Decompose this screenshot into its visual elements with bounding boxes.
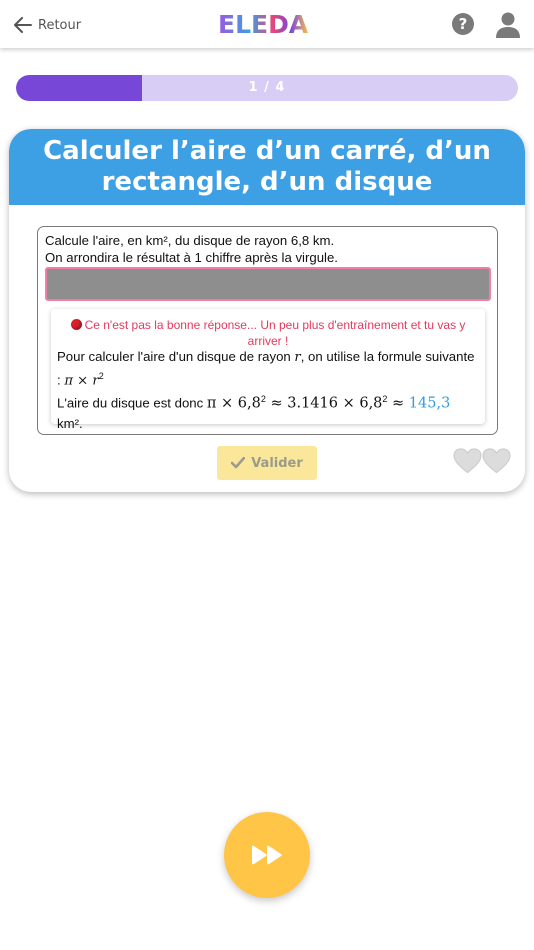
formula: π × r — [64, 373, 99, 389]
check-icon — [231, 457, 246, 469]
eleda-logo: ELEDA — [218, 10, 309, 38]
calc-left: π × 6,8 — [206, 395, 261, 412]
back-button[interactable]: Retour — [14, 14, 81, 36]
calc-mid: ≈ 3.1416 × 6,8 — [265, 395, 383, 412]
top-bar: Retour ELEDA ? — [0, 0, 534, 48]
validate-label: Valider — [251, 455, 303, 471]
progress-bar: 1 / 4 — [16, 75, 518, 101]
error-text: Ce n'est pas la bonne réponse... Un peu … — [84, 318, 466, 348]
result-unit: km². — [57, 415, 83, 431]
question-box: Calcule l'aire, en km², du disque de ray… — [37, 226, 498, 435]
feedback-panel: Ce n'est pas la bonne réponse... Un peu … — [51, 309, 485, 431]
user-icon[interactable] — [495, 11, 521, 39]
heart-icon — [482, 448, 511, 474]
question-icon: ? — [458, 15, 468, 33]
formula-exponent: 2 — [98, 371, 104, 381]
validate-button[interactable]: Valider — [217, 446, 317, 480]
fast-forward-icon — [252, 845, 282, 865]
progress-label: 1 / 4 — [248, 80, 286, 95]
explanation: Pour calculer l'aire d'un disque de rayo… — [57, 347, 477, 433]
heart-icon — [453, 448, 482, 474]
explanation-part-1: Pour calculer l'aire d'un disque de rayo… — [57, 349, 295, 364]
arrow-left-icon — [14, 17, 32, 33]
card-header: Calculer l’aire d’un carré, d’un rectang… — [9, 129, 525, 205]
back-label: Retour — [38, 17, 82, 33]
lives — [453, 447, 511, 477]
question-line-2: On arrondira le résultat à 1 chiffre apr… — [45, 250, 338, 265]
help-button[interactable]: ? — [452, 13, 474, 35]
approx-sign: ≈ — [387, 395, 409, 412]
skip-button[interactable] — [224, 812, 310, 898]
answer-input[interactable] — [45, 267, 491, 301]
exercise-card: Calculer l’aire d’un carré, d’un rectang… — [9, 129, 525, 492]
exercise-title: Calculer l’aire d’un carré, d’un rectang… — [43, 136, 491, 197]
result-value: 145,3 — [408, 395, 451, 412]
error-message: Ce n'est pas la bonne réponse... Un peu … — [59, 317, 477, 349]
question-line-1: Calcule l'aire, en km², du disque de ray… — [45, 233, 335, 248]
result-intro: L'aire du disque est donc — [57, 395, 207, 411]
red-circle-icon — [70, 319, 82, 330]
question-text: Calcule l'aire, en km², du disque de ray… — [45, 232, 490, 266]
svg-text:ELEDA: ELEDA — [218, 10, 309, 38]
